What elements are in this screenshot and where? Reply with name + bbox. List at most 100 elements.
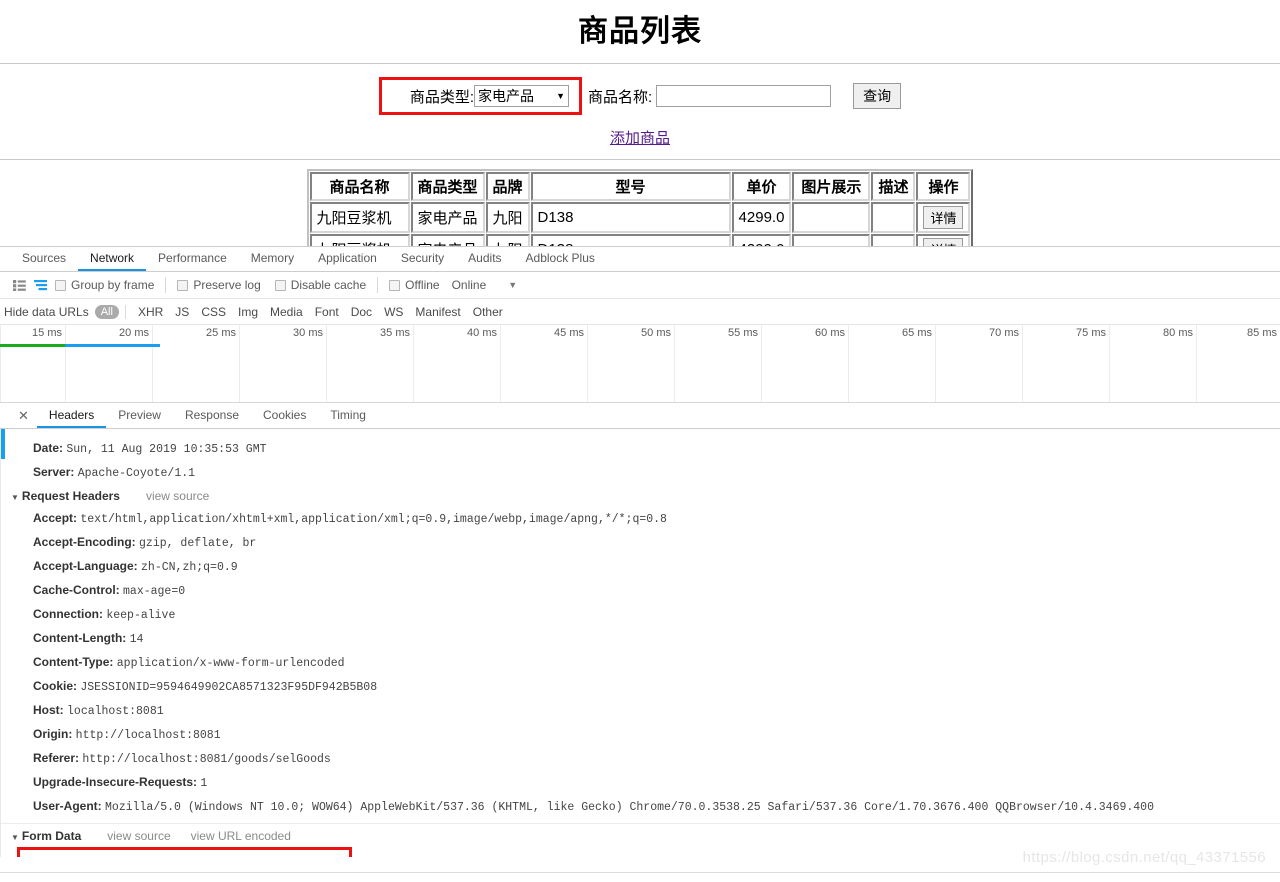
tab-audits[interactable]: Audits [456,247,513,271]
filter-css[interactable]: CSS [195,305,232,319]
preserve-log-checkbox[interactable]: Preserve log [174,278,263,292]
col-header-brand: 品牌 [485,172,530,201]
filter-media[interactable]: Media [264,305,309,319]
header-key: Upgrade-Insecure-Requests: [33,775,198,789]
form-data-section-title[interactable]: ▼ Form Data view source view URL encoded [1,823,1280,847]
filter-font[interactable]: Font [309,305,345,319]
tick-label: 30 ms [293,327,323,339]
disable-cache-checkbox[interactable]: Disable cache [272,278,369,292]
header-value: 1 [200,777,208,790]
tab-adblock-plus[interactable]: Adblock Plus [514,247,607,271]
table-row: 九阳豆浆机 家电产品 九阳 D138 4299.0 详情 [309,202,971,233]
cell-price: 4299.0 [731,234,792,246]
timeline-bar-blue [65,344,160,347]
tab-memory[interactable]: Memory [239,247,306,271]
add-product-link[interactable]: 添加商品 [610,130,670,147]
offline-checkbox[interactable]: Offline [386,278,442,292]
col-header-type: 商品类型 [410,172,485,201]
filter-js[interactable]: JS [169,305,195,319]
col-header-model: 型号 [530,172,731,201]
cell-brand: 九阳 [485,202,530,233]
header-value: localhost:8081 [67,705,164,718]
triangle-down-icon: ▼ [11,833,19,842]
filter-manifest[interactable]: Manifest [409,305,466,319]
list-icon[interactable] [8,275,30,295]
chevron-down-icon[interactable]: ▼ [508,280,517,290]
triangle-down-icon: ▼ [11,493,19,502]
group-by-frame-checkbox[interactable]: Group by frame [52,278,157,292]
view-source-link[interactable]: view source [146,489,209,503]
header-value: http://localhost:8081/goods/selGoods [82,753,331,766]
tick-label: 60 ms [815,327,845,339]
tick-label: 55 ms [728,327,758,339]
hide-data-urls-label[interactable]: Hide data URLs [4,305,95,319]
header-value: application/x-www-form-urlencoded [116,657,345,670]
filter-xhr[interactable]: XHR [132,305,169,319]
tab-performance[interactable]: Performance [146,247,239,271]
header-key: Accept-Language: [33,559,138,573]
cell-image [792,234,871,246]
cell-action: 详情 [916,234,971,246]
section-label: Request Headers [21,489,120,503]
close-icon[interactable]: ✕ [10,403,37,428]
header-key: Server: [33,465,75,479]
network-waterfall[interactable]: 15 ms 20 ms 25 ms 30 ms 35 ms 40 ms 45 m… [0,325,1280,403]
header-key: Origin: [33,727,73,741]
filter-icon[interactable] [30,275,52,295]
header-row-cache-control: Cache-Control: max-age=0 [1,579,1280,603]
clipped-header-row [1,429,1280,437]
query-button[interactable]: 查询 [853,83,902,109]
col-header-image: 图片展示 [792,172,871,201]
header-value: text/html,application/xhtml+xml,applicat… [80,513,667,526]
filter-doc[interactable]: Doc [345,305,378,319]
request-headers-section-title[interactable]: ▼ Request Headers view source [1,485,1280,507]
goods-table-head: 商品名称 商品类型 品牌 型号 单价 图片展示 描述 操作 [309,172,971,201]
view-source-link[interactable]: view source [107,829,170,843]
tab-preview[interactable]: Preview [106,403,173,428]
header-row-referer: Referer: http://localhost:8081/goods/sel… [1,747,1280,771]
detail-button[interactable]: 详情 [923,206,964,229]
tab-cookies[interactable]: Cookies [251,403,318,428]
header-row-host: Host: localhost:8081 [1,699,1280,723]
cell-image [792,202,871,233]
form-data-row-typeid: typeid: 1 [20,854,349,857]
filter-all[interactable]: All [94,304,119,319]
view-url-encoded-link[interactable]: view URL encoded [191,829,291,843]
tab-sources[interactable]: Sources [10,247,78,271]
col-header-desc: 描述 [871,172,916,201]
detail-button[interactable]: 详情 [923,238,964,246]
headers-content[interactable]: Date: Sun, 11 Aug 2019 10:35:53 GMT Serv… [0,429,1280,857]
product-name-input[interactable] [656,85,832,107]
goods-table-header-row: 商品名称 商品类型 品牌 型号 单价 图片展示 描述 操作 [309,172,971,201]
checkbox-icon [177,279,189,291]
tab-application[interactable]: Application [306,247,389,271]
header-row-accept-encoding: Accept-Encoding: gzip, deflate, br [1,531,1280,555]
filter-img[interactable]: Img [232,305,264,319]
filter-divider [124,304,126,319]
cell-model: D138 [530,202,731,233]
cell-name: 九阳豆浆机 [309,202,410,233]
product-name-label: 商品名称: [588,88,653,106]
checkbox-icon [389,279,401,291]
tab-security[interactable]: Security [389,247,456,271]
col-header-name: 商品名称 [309,172,410,201]
filter-ws[interactable]: WS [378,305,409,319]
filter-other[interactable]: Other [467,305,509,319]
throttling-value[interactable]: Online [452,278,487,292]
section-label: Form Data [21,829,82,843]
header-value: gzip, deflate, br [139,537,257,550]
product-type-label: 商品类型: [409,88,474,106]
tab-network[interactable]: Network [78,247,147,271]
cell-name: 九阳豆浆机 [309,234,410,246]
devtools-tabbar: Sources Network Performance Memory Appli… [0,247,1280,272]
devtools-panel: Sources Network Performance Memory Appli… [0,246,1280,882]
toolbar-divider [377,277,379,293]
header-value: JSESSIONID=9594649902CA8571323F95DF942B5… [80,681,378,694]
header-key: Accept: [33,511,78,525]
header-key: Connection: [33,607,103,621]
tab-response[interactable]: Response [173,403,251,428]
tab-headers[interactable]: Headers [36,403,107,428]
tick-label: 80 ms [1163,327,1193,339]
product-type-select[interactable]: 家电产品 ▼ [474,85,569,107]
tab-timing[interactable]: Timing [318,403,378,428]
